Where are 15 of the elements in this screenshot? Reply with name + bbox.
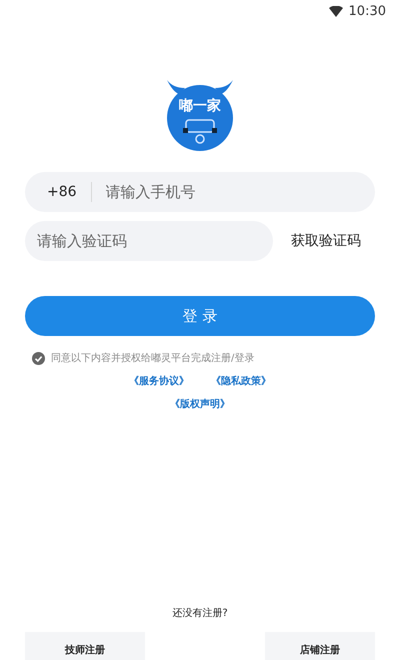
checkbox[interactable] <box>32 352 45 364</box>
code-field[interactable]: 请输入验证码 <box>25 221 273 261</box>
agreement-link[interactable]: 《服务协议》 <box>129 374 189 388</box>
wifi-icon <box>328 6 343 16</box>
phone-field[interactable]: +86 请输入手机号 <box>25 172 375 212</box>
login-button[interactable]: 登 录 <box>25 296 375 336</box>
get-code-button[interactable]: 获取验证码 <box>291 232 361 250</box>
register-prompt: 还没有注册? <box>172 606 228 620</box>
agreement-text: 同意以下内容并授权给嘟灵平台完成注册/登录 <box>51 352 254 365</box>
register-button[interactable]: 技师注册 <box>25 632 145 660</box>
status-time: 10:30 <box>348 4 386 18</box>
agreement-link[interactable]: 《版权声明》 <box>170 397 230 411</box>
country-code[interactable]: +86 <box>47 182 92 202</box>
register-button[interactable]: 店铺注册 <box>265 632 375 660</box>
agreement-link[interactable]: 《隐私政策》 <box>211 374 271 388</box>
